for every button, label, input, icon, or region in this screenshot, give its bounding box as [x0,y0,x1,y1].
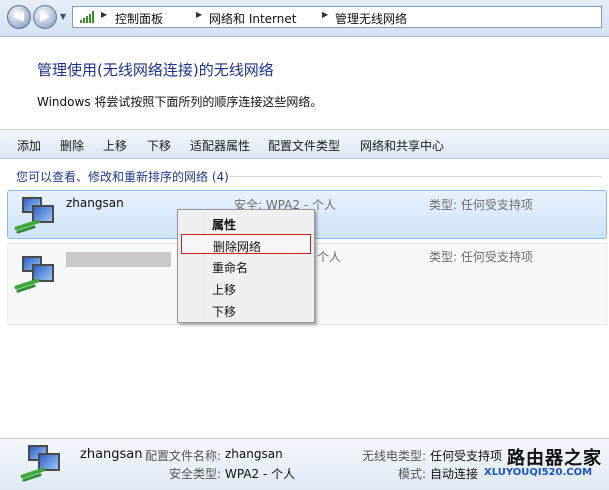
signal-bars-icon [80,11,94,23]
move-down-button[interactable]: 下移 [147,137,171,154]
menu-item-move-up[interactable]: 上移 [181,278,311,298]
network-type: 类型: 任何受支持项 [429,198,533,212]
network-name: zhangsan [66,196,124,210]
page-description: Windows 将尝试按照下面所列的顺序连接这些网络。 [37,95,323,109]
forward-arrow-icon[interactable]: ▶ [33,5,57,29]
address-bar-area: ◀ ▶ ▼ ▶ 控制面板 ▶ 网络和 Internet ▶ 管理无线网络 [0,0,609,37]
back-arrow-icon[interactable]: ◀ [7,5,31,29]
mode-value: 自动连接 [430,467,479,481]
section-heading: 您可以查看、修改和重新排序的网络 (4) [16,170,229,184]
redacted-network-name [66,252,171,267]
move-up-button[interactable]: 上移 [103,137,127,154]
profile-name-label: 配置文件名称: [145,449,222,463]
page-title: 管理使用(无线网络连接)的无线网络 [37,61,274,79]
network-computer-icon [18,443,62,483]
context-menu: 属性 删除网络 重命名 上移 下移 [177,209,315,323]
remove-button[interactable]: 删除 [60,137,84,154]
mode-label: 模式: [398,467,427,481]
breadcrumb-separator-icon: ▶ [196,10,203,19]
profile-type-button[interactable]: 配置文件类型 [268,137,340,154]
add-button[interactable]: 添加 [17,137,41,154]
security-type-value: WPA2 - 个人 [225,467,296,481]
menu-item-move-down[interactable]: 下移 [181,300,311,320]
breadcrumb-separator-icon: ▶ [101,10,108,19]
menu-item-rename[interactable]: 重命名 [181,256,311,276]
breadcrumb-network-internet[interactable]: 网络和 Internet [209,10,296,27]
address-input[interactable]: ▶ 控制面板 ▶ 网络和 Internet ▶ 管理无线网络 [72,6,602,28]
radio-type-label: 无线电类型: [362,449,427,463]
menu-item-remove-network[interactable]: 删除网络 [181,234,311,254]
details-network-name: zhangsan [80,447,143,462]
profile-name-value: zhangsan [225,447,283,461]
network-computer-icon [12,195,56,235]
watermark-url: XLUYOUQI520.COM [484,467,593,478]
recent-pages-dropdown-icon[interactable]: ▼ [60,12,66,21]
network-computer-icon [12,254,56,294]
network-sharing-center-button[interactable]: 网络和共享中心 [360,137,444,154]
adapter-properties-button[interactable]: 适配器属性 [190,137,250,154]
section-divider [230,176,602,177]
network-security: 个人 [317,250,342,264]
menu-item-properties[interactable]: 属性 [181,213,311,233]
radio-type-value: 任何受支持项 [430,449,503,463]
breadcrumb-manage-wireless[interactable]: 管理无线网络 [335,10,407,27]
breadcrumb-control-panel[interactable]: 控制面板 [115,10,163,27]
security-type-label: 安全类型: [169,467,222,481]
breadcrumb-separator-icon: ▶ [322,10,329,19]
toolbar: 添加 删除 上移 下移 适配器属性 配置文件类型 网络和共享中心 [0,129,609,159]
network-type: 类型: 任何受支持项 [429,250,533,264]
